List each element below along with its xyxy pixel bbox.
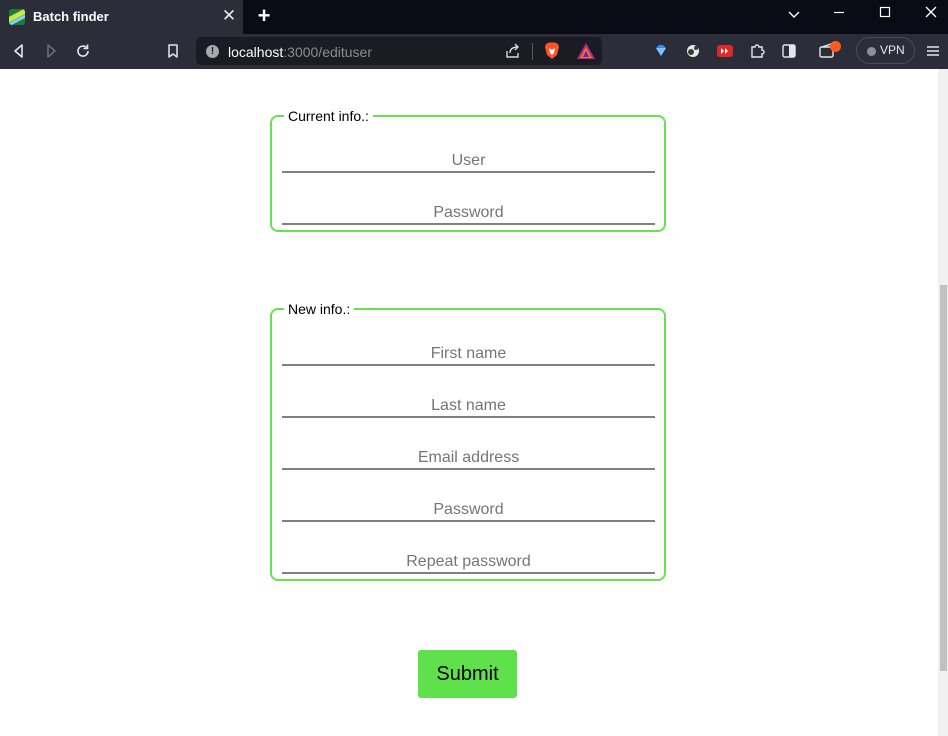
video-extension-icon[interactable]	[714, 40, 736, 62]
ball-extension-icon[interactable]	[682, 40, 704, 62]
maximize-icon[interactable]	[862, 0, 908, 34]
new-password-input[interactable]	[282, 492, 655, 522]
new-info-legend: New info.:	[288, 301, 351, 317]
submit-button[interactable]: Submit	[418, 650, 517, 698]
notification-badge	[830, 41, 841, 52]
vpn-button[interactable]: VPN	[856, 37, 915, 64]
current-user-input[interactable]	[282, 143, 655, 173]
hamburger-menu-icon[interactable]	[922, 40, 944, 62]
back-arrow-icon[interactable]	[8, 40, 30, 62]
current-info-fieldset: Current info.:	[270, 108, 666, 232]
url-host: localhost	[228, 44, 284, 60]
url-text: localhost:3000/edituser	[228, 44, 372, 60]
email-input[interactable]	[282, 440, 655, 470]
repeat-password-input[interactable]	[282, 544, 655, 574]
close-window-icon[interactable]	[908, 0, 948, 34]
browser-toolbar: ! localhost:3000/edituser VPN	[0, 34, 948, 69]
url-path: :3000/edituser	[283, 44, 372, 60]
new-info-fieldset: New info.:	[270, 301, 666, 581]
scrollbar-thumb[interactable]	[940, 285, 947, 671]
gem-extension-icon[interactable]	[650, 40, 672, 62]
vpn-status-icon	[867, 47, 876, 56]
current-info-legend: Current info.:	[288, 108, 369, 124]
tab-strip: Batch finder ✕ +	[0, 0, 948, 34]
tab-close-icon[interactable]: ✕	[220, 7, 238, 25]
brave-shield-icon[interactable]	[542, 41, 562, 66]
address-bar[interactable]: ! localhost:3000/edituser	[196, 37, 602, 65]
site-info-icon[interactable]: !	[206, 45, 219, 58]
url-divider	[532, 43, 533, 60]
batch-finder-favicon-icon	[9, 9, 25, 25]
brave-rewards-icon[interactable]	[576, 42, 596, 65]
bookmark-icon[interactable]	[162, 40, 184, 62]
sidebar-icon[interactable]	[778, 40, 800, 62]
share-icon[interactable]	[504, 42, 522, 65]
minimize-icon[interactable]	[816, 0, 862, 34]
forward-arrow-icon[interactable]	[40, 40, 62, 62]
last-name-input[interactable]	[282, 388, 655, 418]
browser-tab[interactable]: Batch finder ✕	[0, 0, 243, 34]
current-password-input[interactable]	[282, 195, 655, 225]
first-name-input[interactable]	[282, 336, 655, 366]
tab-search-chevron-icon[interactable]	[771, 0, 817, 34]
page-scrollbar[interactable]	[938, 69, 948, 736]
tab-title: Batch finder	[33, 9, 109, 24]
extensions-icon[interactable]	[746, 40, 768, 62]
reload-icon[interactable]	[72, 40, 94, 62]
new-tab-button[interactable]: +	[253, 5, 275, 27]
vpn-label: VPN	[880, 43, 905, 57]
